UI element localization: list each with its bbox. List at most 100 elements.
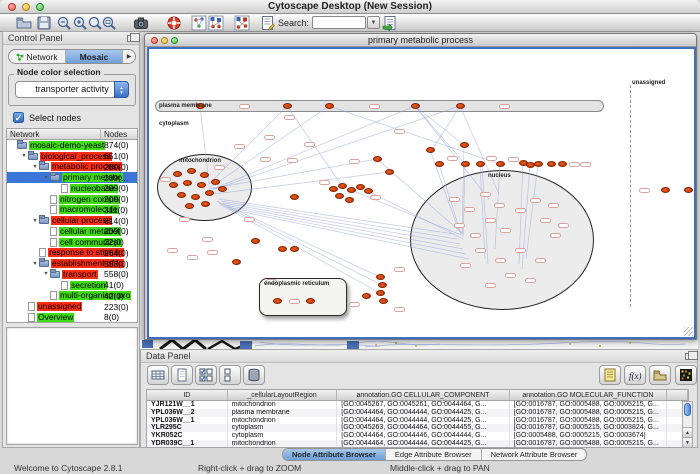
graph-node[interactable]: [461, 161, 470, 167]
tree-row-label[interactable]: transport: [62, 270, 98, 279]
graph-node[interactable]: [379, 298, 388, 304]
tree-row[interactable]: ▼cellular process614(0): [7, 215, 137, 226]
annotation-b-icon[interactable]: [234, 15, 250, 31]
tree-row-label[interactable]: unassigned: [37, 302, 82, 311]
graph-edge[interactable]: [480, 164, 485, 259]
tab-network-attribute-browser[interactable]: Network Attribute Browser: [482, 449, 587, 460]
column-header-2[interactable]: annotation.GO CELLULAR_COMPONENT: [337, 390, 509, 400]
graph-node[interactable]: [169, 182, 178, 188]
graph-node[interactable]: [345, 197, 354, 203]
graph-node[interactable]: [373, 156, 382, 162]
tree-row[interactable]: macromolecule311(0): [7, 205, 137, 216]
help-icon[interactable]: [166, 15, 182, 31]
table-row[interactable]: YPL036W__1mitochondrion[GO:0044464, GO:0…: [147, 417, 688, 425]
tree-column-nodes[interactable]: Nodes: [101, 129, 137, 139]
graph-node[interactable]: [290, 194, 299, 200]
function-builder-icon[interactable]: f(x): [624, 365, 646, 385]
search-input[interactable]: [312, 16, 366, 29]
delete-attribute-icon[interactable]: [243, 365, 265, 385]
column-header-0[interactable]: ID: [147, 390, 228, 400]
graph-edge[interactable]: [329, 106, 500, 164]
table-scrollbar[interactable]: ▲ ▼: [682, 401, 693, 448]
graph-edge[interactable]: [219, 203, 382, 285]
tree-row-label[interactable]: secretion: [70, 281, 107, 290]
float-panel-icon[interactable]: [685, 353, 693, 360]
graph-edge[interactable]: [460, 106, 499, 194]
tree-expander-icon[interactable]: ▼: [42, 271, 50, 277]
scrollbar-thumb[interactable]: [684, 403, 691, 416]
graph-node[interactable]: [496, 161, 505, 167]
graph-node[interactable]: [232, 259, 241, 265]
graph-edge[interactable]: [217, 201, 380, 277]
graph-node[interactable]: [191, 194, 200, 200]
window-titlebar[interactable]: Cytoscape Desktop (New Session): [0, 0, 700, 14]
graph-node[interactable]: [325, 103, 334, 109]
unselect-attributes-icon[interactable]: [219, 365, 241, 385]
tree-row[interactable]: ▼biological_process651(0): [7, 151, 137, 162]
graph-node[interactable]: [201, 201, 210, 207]
graph-node[interactable]: [661, 187, 670, 193]
graph-node[interactable]: [411, 103, 420, 109]
table-row[interactable]: YPL036W__2plasma membrane[GO:0044464, GO…: [147, 409, 688, 417]
graph-edge[interactable]: [526, 164, 538, 259]
graph-node[interactable]: [183, 180, 192, 186]
graph-node[interactable]: [177, 192, 186, 198]
graph-node[interactable]: [534, 161, 543, 167]
tree-row[interactable]: multi-organism pro42(0): [7, 291, 137, 302]
tree-expander-icon[interactable]: ▼: [31, 218, 39, 224]
graph-node[interactable]: [338, 183, 347, 189]
create-attribute-icon[interactable]: [171, 365, 193, 385]
graph-node[interactable]: [335, 193, 344, 199]
tree-expander-icon[interactable]: ▼: [42, 175, 50, 181]
tab-network[interactable]: Network: [9, 50, 66, 63]
graph-node[interactable]: [251, 238, 260, 244]
combo-stepper-icon[interactable]: ▲▼: [114, 81, 129, 98]
network-window-titlebar[interactable]: primary metabolic process: [145, 34, 696, 47]
snapshot-icon[interactable]: [133, 15, 149, 31]
tree-row[interactable]: Overview8(0): [7, 312, 137, 323]
table-row[interactable]: YJR121W__1mitochondrion[GO:0045267, GO:0…: [147, 401, 688, 409]
graph-node[interactable]: [558, 161, 567, 167]
tree-row[interactable]: ▼primary metabo209(...: [7, 172, 137, 183]
tab-scroll-right-icon[interactable]: ▶: [123, 50, 135, 63]
tree-row[interactable]: ▼transport558(0): [7, 269, 137, 280]
import-network-icon[interactable]: [382, 15, 398, 31]
tree-row[interactable]: cell communicat22(0): [7, 237, 137, 248]
graph-node[interactable]: [218, 186, 227, 192]
tree-row[interactable]: mosaic-demo-yeast874(0): [7, 140, 137, 151]
column-header-1[interactable]: _cellularLayoutRegion: [228, 390, 338, 400]
graph-node[interactable]: [547, 161, 556, 167]
graph-node[interactable]: [173, 171, 182, 177]
graph-node[interactable]: [205, 190, 214, 196]
zoom-selected-icon[interactable]: [101, 15, 117, 31]
table-row[interactable]: YDR039C__1mitochondrion[GO:0044464, GO:0…: [147, 440, 688, 448]
graph-node[interactable]: [435, 161, 444, 167]
graph-node[interactable]: [306, 298, 315, 304]
graph-node[interactable]: [290, 246, 299, 252]
tree-row-label[interactable]: biological_process: [40, 152, 112, 161]
birds-eye-view[interactable]: [6, 327, 138, 445]
graph-node[interactable]: [211, 179, 220, 185]
graph-edge[interactable]: [229, 209, 469, 259]
scroll-down-icon[interactable]: ▼: [683, 437, 692, 447]
graph-node[interactable]: [347, 187, 356, 193]
attribute-notes-icon[interactable]: [599, 365, 621, 385]
attribute-grid-icon[interactable]: [147, 365, 169, 385]
graph-node[interactable]: [376, 274, 385, 280]
graph-edge[interactable]: [415, 106, 465, 164]
graph-node[interactable]: [460, 142, 469, 148]
tree-row[interactable]: secretion41(0): [7, 280, 137, 291]
edit-document-icon[interactable]: [260, 15, 276, 31]
tree-column-network[interactable]: Network: [7, 129, 101, 139]
graph-edge[interactable]: [432, 106, 460, 150]
column-header-filler[interactable]: [667, 390, 688, 400]
tree-row-label[interactable]: Overview: [37, 313, 74, 322]
tree-expander-icon[interactable]: ▼: [31, 261, 39, 267]
graph-node[interactable]: [329, 186, 338, 192]
graph-edge[interactable]: [415, 106, 489, 199]
graph-node[interactable]: [385, 169, 394, 175]
annotation-a-icon[interactable]: [208, 15, 224, 31]
attribute-matrix-icon[interactable]: [675, 365, 697, 385]
search-dropdown-icon[interactable]: ▼: [367, 16, 380, 29]
tree-row[interactable]: unassigned223(0): [7, 301, 137, 312]
